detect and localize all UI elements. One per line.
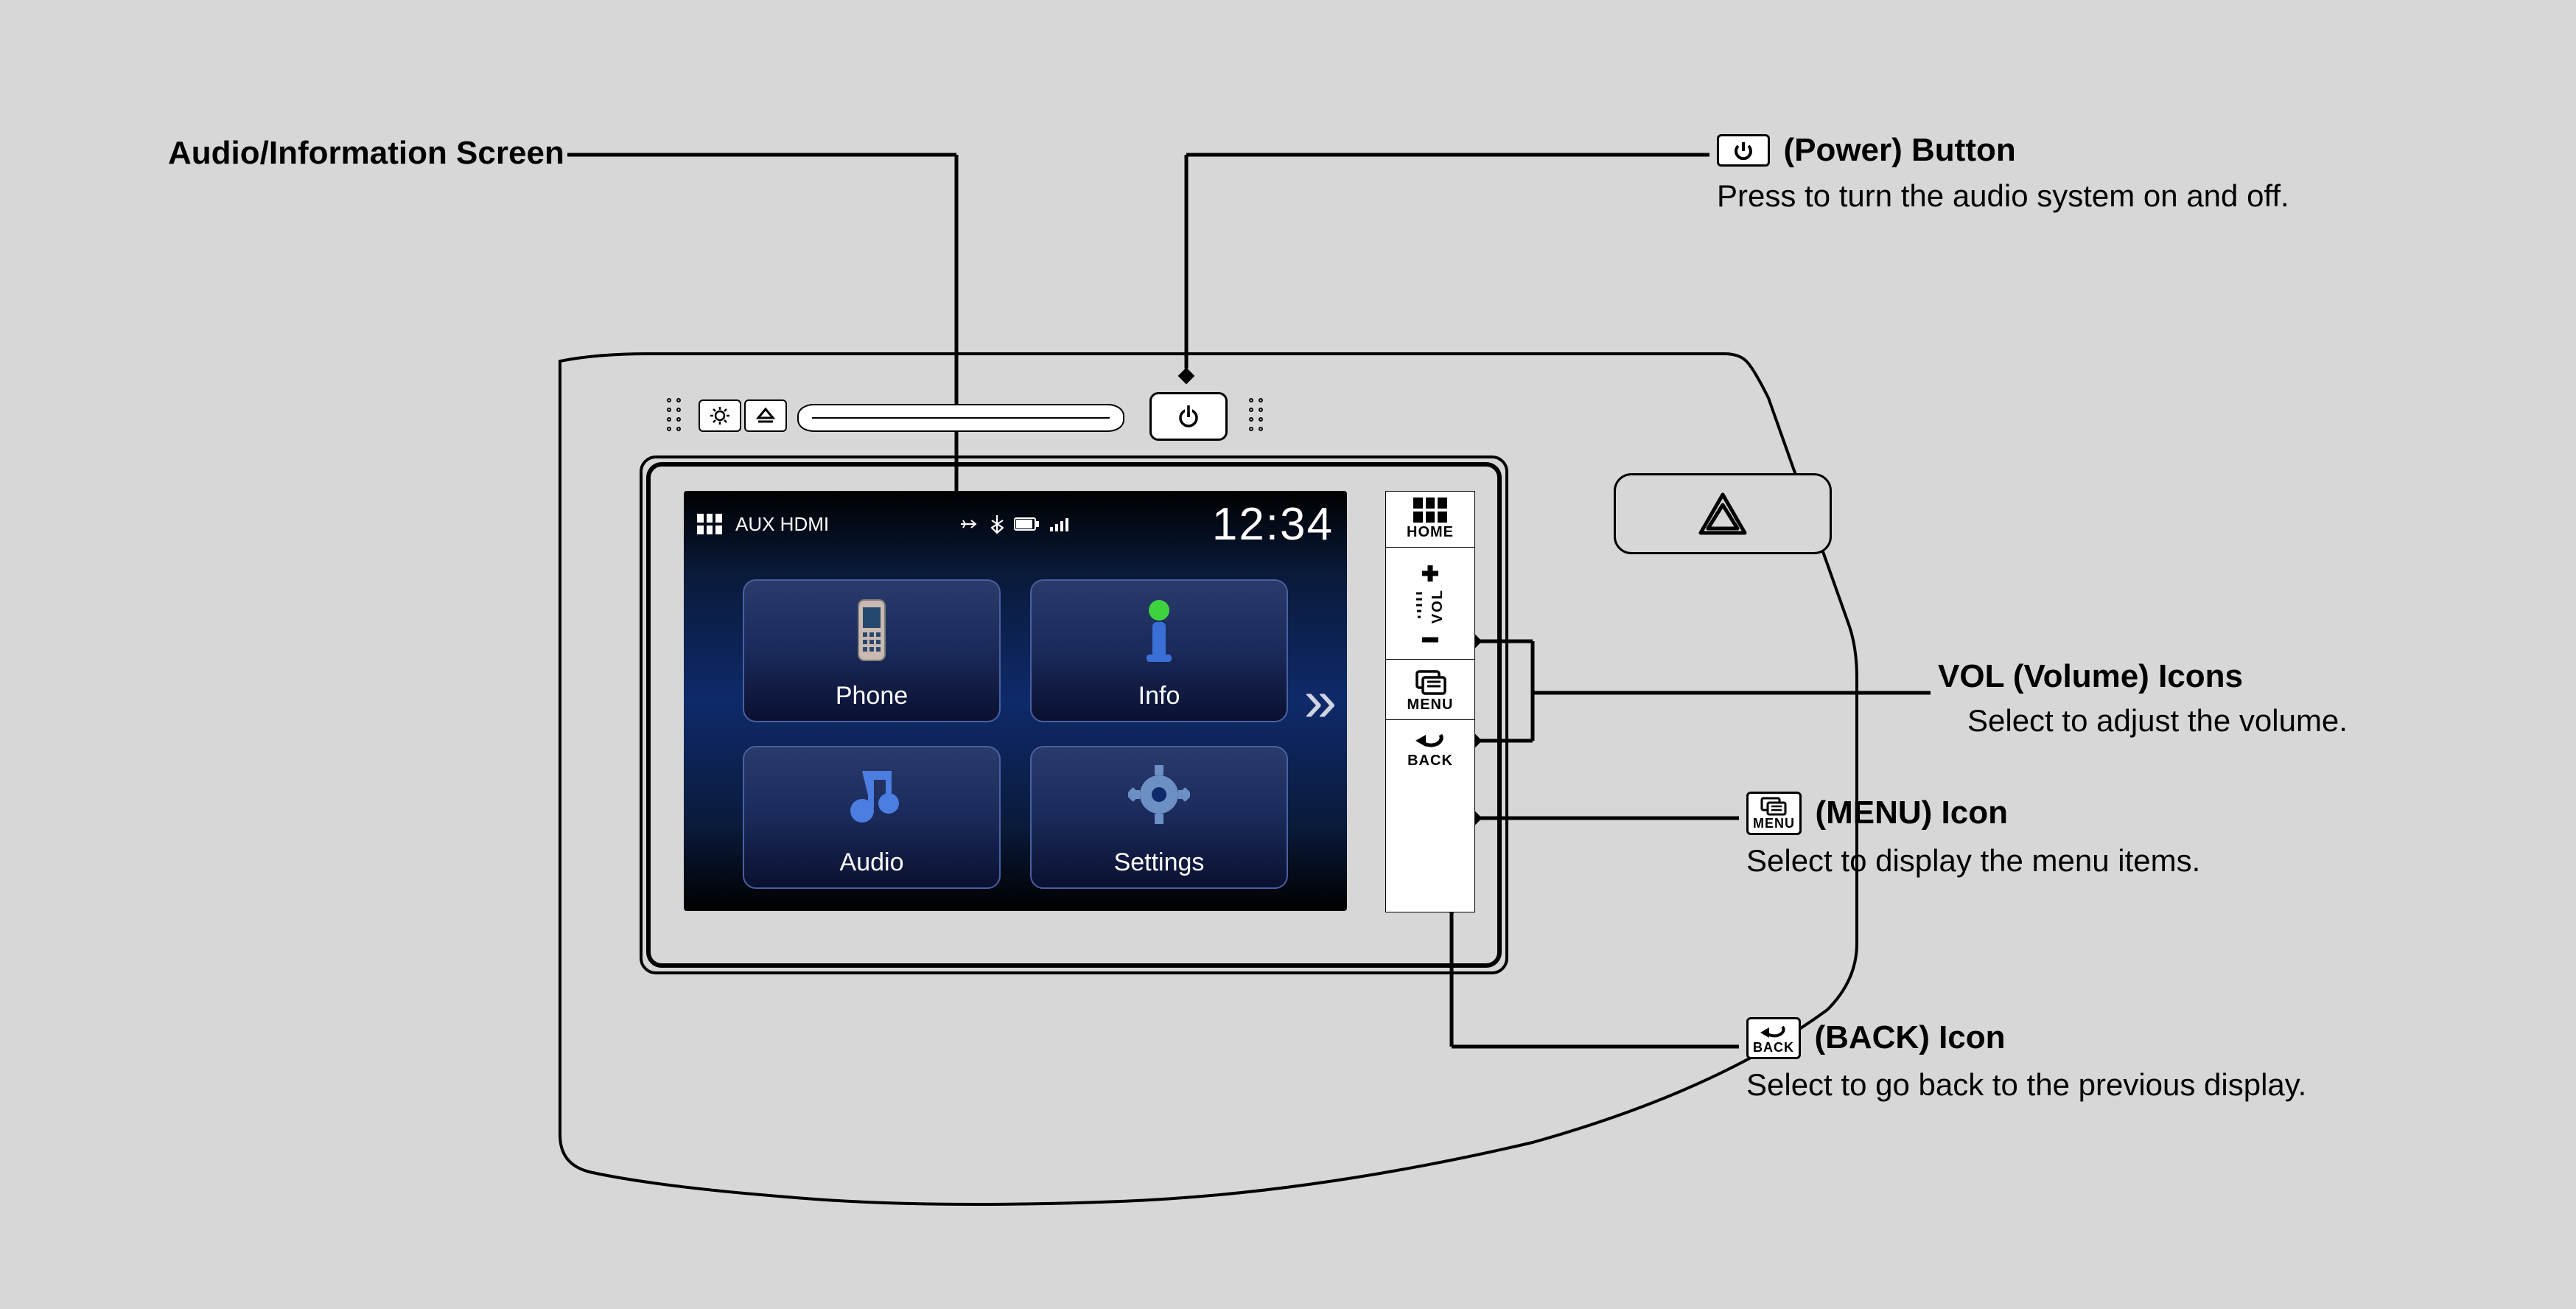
softkey-strip: HOME VOL MENU BACK: [1385, 491, 1475, 912]
softkey-vol-legend: VOL: [1386, 587, 1474, 626]
softkey-vol-down[interactable]: [1386, 626, 1474, 656]
clock: 12:34: [1212, 498, 1334, 551]
callout-menu-desc: Select to display the menu items.: [1746, 841, 2409, 882]
hazard-button[interactable]: [1614, 473, 1832, 554]
audio-information-screen[interactable]: AUX HDMI 12:34: [684, 491, 1347, 911]
softkey-vol-up[interactable]: [1386, 551, 1474, 587]
callout-audio-screen: Audio/Information Screen: [168, 134, 564, 173]
softkey-home[interactable]: HOME: [1386, 492, 1474, 544]
speaker-grille-left: [667, 398, 683, 433]
vol-label: VOL: [1429, 589, 1446, 624]
back-icon-box: BACK: [1746, 1017, 1801, 1059]
tile-info[interactable]: Info: [1030, 579, 1288, 722]
plus-icon: [1415, 562, 1445, 584]
menu-icon: [1413, 669, 1448, 695]
menu-icon-box: MENU: [1746, 792, 1802, 835]
brightness-button[interactable]: [699, 399, 741, 432]
tile-audio-label: Audio: [840, 848, 904, 877]
tile-info-label: Info: [1138, 682, 1180, 711]
callout-power-desc: Press to turn the audio system on and of…: [1717, 176, 2454, 217]
power-button[interactable]: [1149, 392, 1228, 441]
tile-phone-label: Phone: [836, 682, 908, 711]
callout-vol: VOL (Volume) Icons Select to adjust the …: [1938, 657, 2527, 741]
tile-settings-label: Settings: [1114, 848, 1205, 877]
info-icon: [1133, 597, 1185, 663]
tile-phone[interactable]: Phone: [743, 579, 1001, 722]
tile-audio[interactable]: Audio: [743, 746, 1001, 889]
softkey-menu-label: MENU: [1386, 697, 1474, 713]
softkey-home-label: HOME: [1386, 524, 1474, 541]
back-icon: [1411, 729, 1449, 751]
back-icon: [1757, 1022, 1790, 1040]
status-bar: AUX HDMI 12:34: [684, 491, 1347, 557]
speaker-grille-right: [1249, 398, 1265, 433]
tile-settings[interactable]: Settings: [1030, 746, 1288, 889]
callout-back-desc: Select to go back to the previous displa…: [1746, 1065, 2483, 1106]
minus-icon: [1415, 632, 1445, 647]
softkey-menu[interactable]: MENU: [1386, 663, 1474, 716]
callout-back: BACK (BACK) Icon Select to go back to th…: [1746, 1017, 2483, 1106]
hazard-icon: [1696, 490, 1749, 537]
source-label: AUX HDMI: [735, 513, 829, 536]
callout-back-title: (BACK) Icon: [1814, 1019, 2005, 1055]
softkey-back[interactable]: BACK: [1386, 723, 1474, 772]
softkey-back-label: BACK: [1386, 753, 1474, 769]
power-icon: [1176, 404, 1201, 429]
power-icon: [1732, 139, 1755, 163]
callout-power-title: (Power) Button: [1783, 132, 2015, 168]
home-grid-icon[interactable]: [697, 514, 722, 534]
gear-icon: [1128, 764, 1190, 825]
power-icon-box: [1717, 134, 1770, 167]
battery-icon: [1014, 516, 1040, 532]
callout-menu-title: (MENU) Icon: [1815, 795, 2008, 831]
callout-audio-screen-title: Audio/Information Screen: [168, 134, 564, 173]
eject-button[interactable]: [744, 399, 787, 432]
signal-icon: [1049, 515, 1073, 533]
bluetooth-icon: [989, 514, 1005, 534]
callout-vol-desc: Select to adjust the volume.: [1967, 701, 2527, 741]
callout-vol-title: VOL (Volume) Icons: [1938, 657, 2527, 697]
next-page-chevron[interactable]: »: [1304, 667, 1337, 735]
phone-icon: [851, 597, 892, 663]
music-note-icon: [841, 764, 902, 827]
menu-icon: [1760, 797, 1789, 816]
status-icons: [958, 514, 1073, 534]
cd-slot[interactable]: [797, 404, 1124, 432]
callout-power: (Power) Button Press to turn the audio s…: [1717, 131, 2454, 216]
callout-menu: MENU (MENU) Icon Select to display the m…: [1746, 792, 2409, 882]
